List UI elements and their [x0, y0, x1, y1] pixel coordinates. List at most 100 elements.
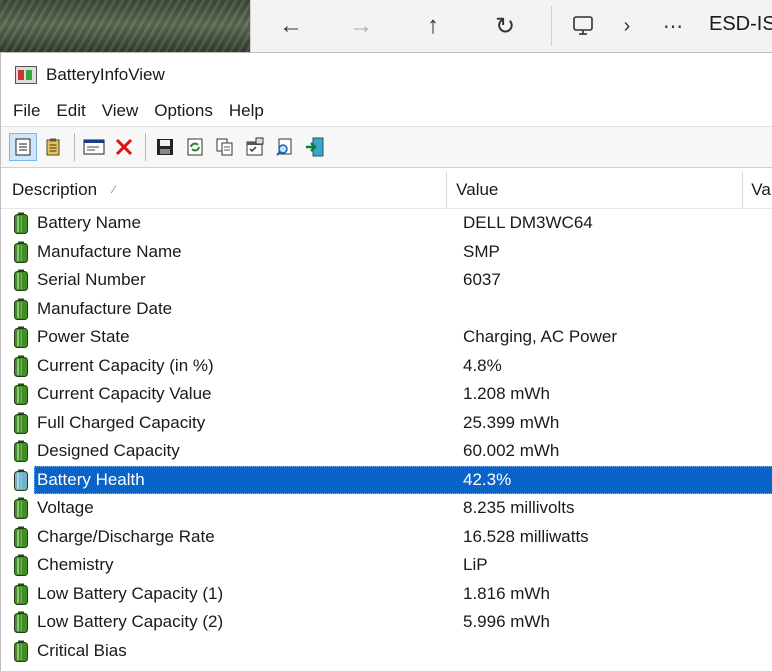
property-value: Charging, AC Power	[463, 327, 618, 347]
menu-view[interactable]: View	[94, 101, 147, 121]
menu-options[interactable]: Options	[146, 101, 221, 121]
menu-file[interactable]: File	[5, 101, 48, 121]
list-item[interactable]: Charge/Discharge Rate 16.528 milliwatts	[1, 523, 772, 552]
list-item[interactable]: Current Capacity (in %) 4.8%	[1, 352, 772, 381]
toolbar	[1, 126, 772, 168]
property-value: 8.235 millivolts	[463, 498, 575, 518]
property-label: Manufacture Name	[37, 241, 182, 261]
list-rows: Battery Name DELL DM3WC64 Manufacture Name…	[1, 209, 772, 665]
exit-button[interactable]	[301, 133, 329, 161]
find-button[interactable]	[271, 133, 299, 161]
list-item[interactable]: Current Capacity Value 1.208 mWh	[1, 380, 772, 409]
battery-icon	[14, 241, 28, 263]
property-label: Power State	[37, 327, 130, 347]
column-header-value[interactable]: Value	[447, 172, 744, 208]
column-value-label: Value	[456, 180, 499, 199]
property-value: 16.528 milliwatts	[463, 526, 589, 546]
battery-icon	[14, 554, 28, 577]
delete-button[interactable]	[110, 133, 138, 161]
copy-button[interactable]	[211, 133, 239, 161]
refresh-icon[interactable]: ↻	[485, 8, 525, 44]
battery-info-mode-button[interactable]	[9, 133, 37, 161]
property-label: Low Battery Capacity (1)	[37, 583, 224, 603]
column-third-label: Va	[751, 180, 771, 199]
window-icon	[83, 139, 105, 155]
column-header-description[interactable]: Description ∕	[1, 172, 448, 208]
list-item[interactable]: Full Charged Capacity 25.399 mWh	[1, 409, 772, 438]
list-item[interactable]: Low Battery Capacity (2) 5.996 mWh	[1, 608, 772, 637]
file-explorer-toolbar: ← → ↑ ↻ › ⋯ ESD-ISO	[250, 0, 772, 52]
explorer-path-title: ESD-ISO	[709, 13, 772, 35]
description-cell: Battery Name	[1, 212, 453, 235]
options-window-button[interactable]	[80, 133, 108, 161]
property-label: Battery Name	[37, 213, 141, 233]
column-description-label: Description	[12, 180, 98, 199]
battery-properties-list[interactable]: Description ∕ Value Va Battery Name DELL …	[1, 172, 772, 671]
up-arrow-icon[interactable]: ↑	[413, 8, 453, 44]
list-item[interactable]: Serial Number 6037	[1, 266, 772, 295]
copy-icon	[216, 138, 233, 156]
description-cell: Voltage	[1, 497, 453, 520]
menu-edit[interactable]: Edit	[48, 101, 93, 121]
battery-icon	[14, 298, 28, 320]
list-item[interactable]: Manufacture Date	[1, 295, 772, 324]
forward-arrow-icon[interactable]: →	[341, 8, 381, 44]
properties-button[interactable]	[241, 133, 269, 161]
list-item[interactable]: Chemistry LiP	[1, 551, 772, 580]
refresh-button[interactable]	[181, 133, 209, 161]
battery-log-mode-button[interactable]	[39, 133, 67, 161]
property-value: 25.399 mWh	[463, 412, 560, 432]
list-item[interactable]: Voltage 8.235 millivolts	[1, 494, 772, 523]
save-button[interactable]	[151, 133, 179, 161]
chevron-right-icon[interactable]: ›	[607, 8, 647, 44]
list-header: Description ∕ Value Va	[1, 172, 772, 209]
list-item[interactable]: Designed Capacity 60.002 mWh	[1, 437, 772, 466]
clipboard-list-icon	[46, 138, 60, 156]
properties-check-icon	[246, 137, 264, 156]
properties-icon	[15, 138, 31, 156]
property-value: SMP	[463, 241, 500, 261]
property-label: Current Capacity Value	[37, 384, 212, 404]
battery-icon	[14, 326, 28, 349]
battery-icon	[14, 355, 28, 377]
magnifier-icon	[276, 138, 292, 156]
description-cell: Power State	[1, 326, 453, 349]
property-value: 60.002 mWh	[463, 441, 560, 461]
column-header-third[interactable]: Va	[743, 172, 772, 208]
property-label: Charge/Discharge Rate	[37, 526, 215, 546]
list-item[interactable]: Critical Bias	[1, 637, 772, 666]
property-label: Designed Capacity	[37, 441, 180, 461]
monitor-icon[interactable]	[563, 8, 603, 44]
property-value: 4.8%	[463, 355, 502, 375]
toolbar-separator	[74, 133, 75, 161]
list-item[interactable]: Power State Charging, AC Power	[1, 323, 772, 352]
description-cell: Designed Capacity	[1, 440, 453, 463]
battery-icon	[14, 440, 28, 463]
description-cell: Charge/Discharge Rate	[1, 526, 453, 548]
property-value: 6037	[463, 270, 501, 290]
property-label: Critical Bias	[37, 640, 127, 660]
batteryinfoview-window: BatteryInfoView File Edit View Options H…	[0, 52, 772, 671]
description-cell: Serial Number	[1, 269, 453, 292]
list-item[interactable]: Low Battery Capacity (1) 1.816 mWh	[1, 580, 772, 609]
description-cell: Manufacture Date	[1, 298, 453, 320]
description-cell: Current Capacity Value	[1, 383, 453, 406]
description-cell: Manufacture Name	[1, 241, 453, 263]
more-options-icon[interactable]: ⋯	[653, 8, 693, 44]
property-label: Manufacture Date	[37, 298, 173, 318]
app-icon	[15, 65, 37, 84]
list-item[interactable]: Manufacture Name SMP	[1, 238, 772, 267]
title-bar: BatteryInfoView	[1, 53, 772, 96]
battery-icon	[14, 212, 28, 235]
battery-icon	[14, 497, 28, 520]
list-item[interactable]: Battery Name DELL DM3WC64	[1, 209, 772, 238]
property-value: 1.208 mWh	[463, 384, 550, 404]
battery-icon	[14, 383, 28, 406]
menu-help[interactable]: Help	[221, 101, 272, 121]
property-value: 1.816 mWh	[463, 583, 550, 603]
property-label: Low Battery Capacity (2)	[37, 612, 224, 632]
red-x-icon	[115, 138, 133, 156]
list-item[interactable]: Battery Health 42.3%	[1, 465, 772, 494]
back-arrow-icon[interactable]: ←	[271, 8, 311, 44]
property-label: Full Charged Capacity	[37, 412, 206, 432]
